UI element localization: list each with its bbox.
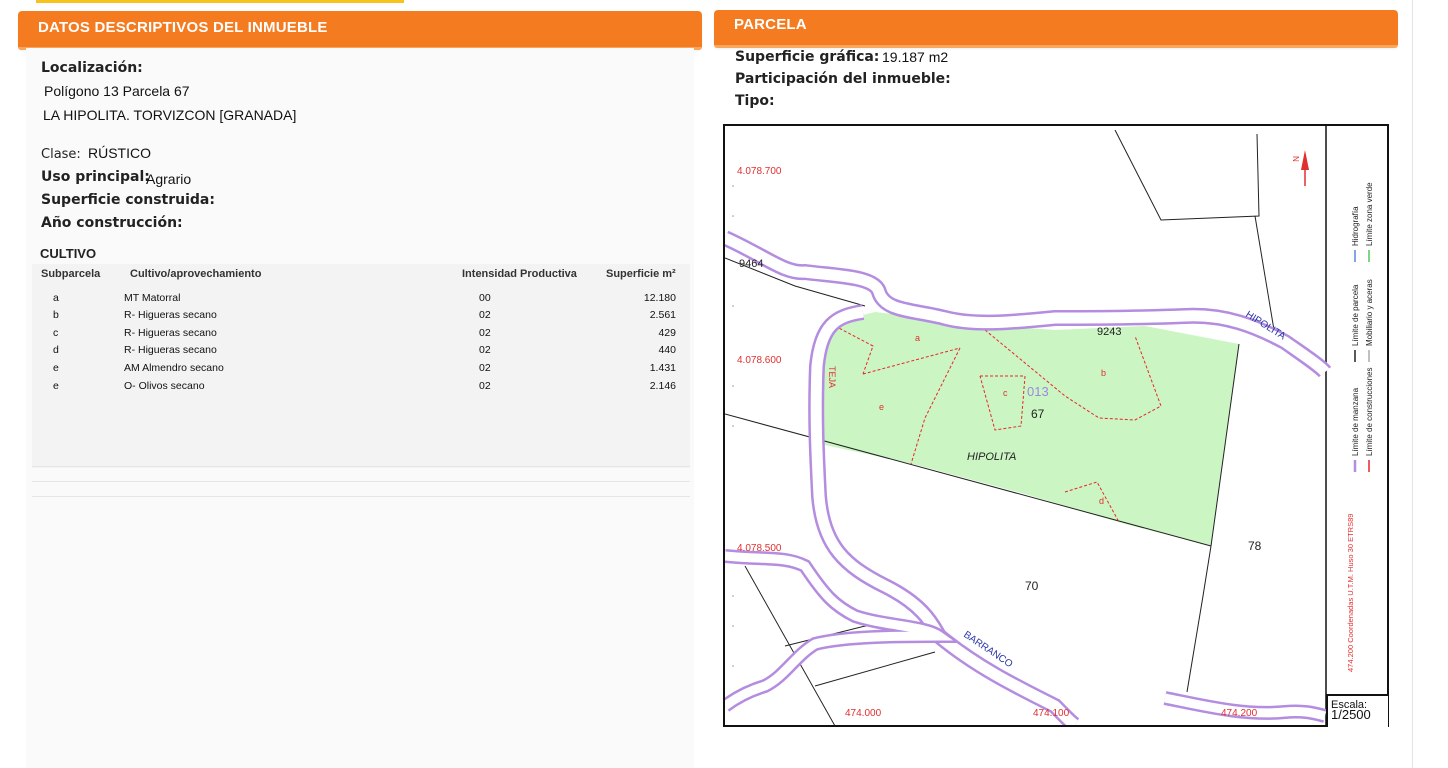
table-divider bbox=[32, 496, 690, 497]
uso-principal-value: Agrario bbox=[146, 171, 192, 187]
north-arrow-icon: N bbox=[1291, 150, 1309, 186]
localizacion-line-1: Polígono 13 Parcela 67 bbox=[44, 83, 190, 99]
place-label: TEJA bbox=[827, 366, 837, 388]
row-subparcela: d bbox=[53, 344, 59, 356]
parcel-number-label: 70 bbox=[1025, 579, 1039, 593]
row-intensidad: 02 bbox=[479, 327, 491, 339]
parcel-number-label: 78 bbox=[1248, 539, 1262, 553]
parcela-header: PARCELA bbox=[714, 10, 1398, 48]
page-right-edge bbox=[1412, 0, 1413, 768]
legend-item: Hidrografía bbox=[1351, 206, 1360, 246]
row-subparcela: a bbox=[53, 292, 59, 304]
legend-item: Límite zona verde bbox=[1365, 182, 1374, 246]
parcel-67-area bbox=[820, 312, 1239, 546]
superficie-construida-label: Superficie construida: bbox=[41, 192, 215, 208]
localizacion-line-2: LA HIPOLITA. TORVIZCON [GRANADA] bbox=[43, 107, 297, 123]
th-intensidad: Intensidad Productiva bbox=[462, 268, 577, 280]
crs-label: 474.200 Coordenadas U.T.M. Huso 30 ETRS8… bbox=[1346, 514, 1355, 672]
th-superficie: Superficie m² bbox=[606, 268, 676, 280]
row-subparcela: b bbox=[53, 309, 59, 321]
map-scale: Escala: 1/2500 bbox=[1326, 694, 1388, 727]
participacion-label: Participación del inmueble: bbox=[735, 71, 951, 87]
parcel-number-label: 9464 bbox=[739, 258, 763, 270]
row-intensidad: 02 bbox=[479, 344, 491, 356]
superficie-grafica-label: Superficie gráfica: bbox=[735, 49, 880, 65]
row-cultivo: R- Higueras secano bbox=[124, 327, 217, 339]
cadastral-map-svg: 4.078.700 4.078.600 4.078.500 474.000 47… bbox=[725, 126, 1374, 725]
row-subparcela: c bbox=[53, 327, 59, 339]
uso-principal-label: Uso principal: bbox=[41, 169, 150, 185]
parcel-number-label: 9243 bbox=[1097, 326, 1121, 338]
parcel-number-label: 67 bbox=[1031, 407, 1045, 421]
row-superficie: 2.146 bbox=[649, 380, 676, 392]
row-subparcela: e bbox=[53, 362, 59, 374]
subparcel-label: d bbox=[1099, 496, 1104, 506]
subparcel-label: c bbox=[1003, 388, 1008, 398]
table-divider bbox=[32, 466, 690, 467]
coordinate-ticks bbox=[732, 185, 734, 667]
map-legend: Límite de manzana Límite de construccion… bbox=[1351, 182, 1374, 472]
row-intensidad: 02 bbox=[479, 380, 491, 392]
y-coordinate-label: 4.078.600 bbox=[737, 355, 782, 366]
subparcel-label: e bbox=[879, 402, 884, 412]
y-coordinate-label: 4.078.500 bbox=[737, 543, 782, 554]
subparcel-label: b bbox=[1101, 368, 1106, 378]
row-intensidad: 02 bbox=[479, 362, 491, 374]
x-coordinate-label: 474.000 bbox=[845, 708, 882, 719]
row-superficie: 2.561 bbox=[649, 309, 676, 321]
th-subparcela: Subparcela bbox=[41, 268, 101, 280]
superficie-grafica-value: 19.187 m2 bbox=[882, 49, 949, 65]
tipo-label: Tipo: bbox=[735, 93, 775, 109]
th-cultivo: Cultivo/aprovechamiento bbox=[130, 268, 262, 280]
clase-value: RÚSTICO bbox=[88, 145, 151, 161]
row-cultivo: MT Matorral bbox=[124, 292, 181, 304]
x-coordinate-label: 474.200 bbox=[1221, 708, 1258, 719]
clase-label: Clase: bbox=[41, 147, 81, 162]
row-cultivo: R- Higueras secano bbox=[124, 309, 217, 321]
scale-value: 1/2500 bbox=[1331, 707, 1371, 722]
cadastral-map[interactable]: 4.078.700 4.078.600 4.078.500 474.000 47… bbox=[723, 124, 1389, 727]
row-cultivo: O- Olivos secano bbox=[124, 380, 205, 392]
anio-construccion-label: Año construcción: bbox=[41, 215, 183, 231]
row-superficie: 429 bbox=[658, 327, 676, 339]
legend-item: Límite de construcciones bbox=[1365, 368, 1374, 457]
svg-text:N: N bbox=[1291, 156, 1300, 162]
legend-item: Mobiliario y aceras bbox=[1365, 279, 1374, 346]
legend-item: Límite de manzana bbox=[1351, 387, 1360, 456]
poligono-label: 013 bbox=[1027, 384, 1049, 399]
table-divider bbox=[32, 481, 690, 482]
y-coordinate-label: 4.078.700 bbox=[737, 166, 782, 177]
place-label: HIPOLITA bbox=[967, 451, 1016, 463]
row-cultivo: AM Almendro secano bbox=[124, 362, 224, 374]
cultivo-title: CULTIVO bbox=[40, 246, 97, 261]
row-subparcela: e bbox=[53, 380, 59, 392]
row-intensidad: 00 bbox=[479, 292, 491, 304]
x-coordinate-label: 474.100 bbox=[1033, 708, 1070, 719]
row-superficie: 1.431 bbox=[649, 362, 676, 374]
subparcel-label: a bbox=[915, 333, 920, 343]
row-superficie: 440 bbox=[658, 344, 676, 356]
top-accent-bar bbox=[36, 0, 404, 3]
row-superficie: 12.180 bbox=[643, 292, 676, 304]
localizacion-label: Localización: bbox=[41, 60, 143, 76]
row-cultivo: R- Higueras secano bbox=[124, 344, 217, 356]
row-intensidad: 02 bbox=[479, 309, 491, 321]
legend-item: Límite de parcela bbox=[1351, 284, 1360, 346]
datos-descriptivos-header: DATOS DESCRIPTIVOS DEL INMUEBLE bbox=[18, 11, 702, 50]
